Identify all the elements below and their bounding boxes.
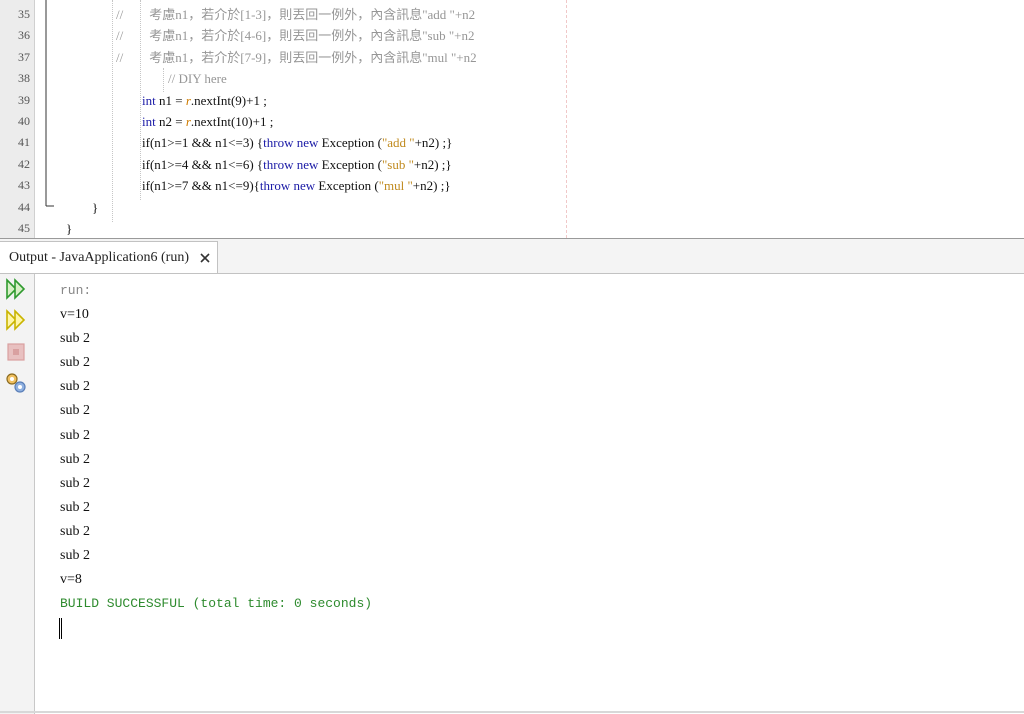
stop-icon[interactable] <box>4 340 28 364</box>
code-token: new <box>296 135 319 151</box>
code-token: } <box>66 221 73 236</box>
output-tab-bar: Output - JavaApplication6 (run) <box>0 239 1024 274</box>
code-token: int <box>142 92 156 108</box>
console-line: sub 2 <box>60 499 90 515</box>
code-token: .nextInt(9)+1 ; <box>190 92 267 108</box>
code-token: "add " <box>381 135 415 151</box>
code-token: // DIY here <box>168 71 227 87</box>
code-token: int <box>142 114 156 129</box>
code-token: if(n1>=1 && n1<=3) { <box>142 135 264 151</box>
code-line[interactable]: if(n1>=4 && n1<=6) {throw new Exception … <box>142 154 452 175</box>
code-token: if(n1>=7 && n1<=9){ <box>142 178 260 194</box>
right-margin-line <box>566 0 567 238</box>
rerun-icon[interactable] <box>4 277 28 301</box>
fold-margin <box>34 0 64 238</box>
code-token: "sub " <box>381 156 414 172</box>
console-line: sub 2 <box>60 523 90 539</box>
line-number: 44 <box>18 199 30 214</box>
code-token: n1 = <box>155 92 186 108</box>
console-line: sub 2 <box>60 379 90 395</box>
code-token: .nextInt(10)+1 ; <box>190 114 274 129</box>
code-line[interactable]: // 考慮n1，若介於[7-9]，則丟回一例外，內含訊息"mul "+n2 <box>116 47 477 68</box>
console-line: sub 2 <box>60 427 90 443</box>
console-line: sub 2 <box>60 403 90 419</box>
code-token: Exception ( <box>318 156 382 172</box>
code-token: 考慮n1，若介於[4-6]，則丟回一例外，內含訊息"sub "+n2 <box>123 28 475 44</box>
code-editor[interactable]: 35 36 37 38 39 40 41 42 43 44 45 // 考慮n1，若介於[1-3]，… <box>0 0 1024 238</box>
console-line: sub 2 <box>60 548 90 564</box>
code-line[interactable]: // 考慮n1，若介於[1-3]，則丟回一例外，內含訊息"add "+n2 <box>116 4 475 25</box>
close-icon[interactable] <box>198 251 212 265</box>
console-line: run: <box>60 283 92 298</box>
code-token: new <box>296 156 319 172</box>
output-tab[interactable]: Output - JavaApplication6 (run) <box>0 241 218 273</box>
code-line[interactable]: } <box>66 218 72 238</box>
output-tab-title: Output - JavaApplication6 (run) <box>9 250 190 265</box>
line-number: 45 <box>18 221 30 235</box>
indent-guide <box>112 0 113 222</box>
line-number: 41 <box>18 135 30 150</box>
code-token: new <box>293 178 316 194</box>
code-line[interactable]: // DIY here <box>168 68 227 89</box>
code-token: throw <box>259 178 291 194</box>
line-number: 37 <box>18 49 30 64</box>
code-token: Exception ( <box>318 135 382 151</box>
line-number: 40 <box>18 114 30 128</box>
output-window: Output - JavaApplication6 (run) run: v=1… <box>0 238 1024 714</box>
code-token: 考慮n1，若介於[1-3]，則丟回一例外，內含訊息"add "+n2 <box>123 7 476 22</box>
code-token: } <box>92 199 99 215</box>
fold-guide-icon <box>45 0 54 207</box>
settings-icon[interactable] <box>4 371 28 395</box>
code-token: "mul " <box>378 178 413 194</box>
code-line[interactable]: int n1 = r.nextInt(9)+1 ; <box>142 90 267 111</box>
console-line: v=10 <box>60 307 89 323</box>
line-number-gutter: 35 36 37 38 39 40 41 42 43 44 45 <box>0 0 35 238</box>
rerun-with-options-icon[interactable] <box>4 308 28 332</box>
code-token: throw <box>263 156 294 172</box>
line-number: 36 <box>18 28 30 43</box>
code-line[interactable]: if(n1>=1 && n1<=3) {throw new Exception … <box>142 132 452 153</box>
console-line: sub 2 <box>60 355 90 371</box>
code-token: n2 = <box>155 114 186 129</box>
code-token: 考慮n1，若介於[7-9]，則丟回一例外，內含訊息"mul "+n2 <box>123 49 477 65</box>
line-number: 42 <box>18 156 30 171</box>
console-line: BUILD SUCCESSFUL (total time: 0 seconds) <box>60 596 373 612</box>
code-line[interactable]: // 考慮n1，若介於[4-6]，則丟回一例外，內含訊息"sub "+n2 <box>116 25 474 46</box>
console-line: sub 2 <box>60 331 90 347</box>
code-token: Exception ( <box>315 178 379 194</box>
code-token: +n2) ;} <box>412 178 451 194</box>
indent-guide <box>163 68 164 92</box>
console-line: v=8 <box>60 572 82 588</box>
console-line: sub 2 <box>60 451 90 467</box>
line-number: 38 <box>18 71 30 86</box>
output-toolbar <box>0 274 35 714</box>
code-token: +n2) ;} <box>414 135 453 151</box>
code-line[interactable]: int n2 = r.nextInt(10)+1 ; <box>142 111 273 132</box>
code-line[interactable]: } <box>92 197 98 218</box>
line-number: 43 <box>18 178 30 193</box>
line-number: 39 <box>18 92 30 107</box>
text-caret <box>59 618 62 639</box>
code-token: +n2) ;} <box>413 156 452 172</box>
line-number: 35 <box>18 7 30 21</box>
code-token: if(n1>=4 && n1<=6) { <box>142 156 264 172</box>
console-line: sub 2 <box>60 475 90 491</box>
code-token: throw <box>263 135 294 151</box>
code-line[interactable]: if(n1>=7 && n1<=9){throw new Exception (… <box>142 175 451 196</box>
console-output[interactable]: run: v=10 sub 2 sub 2 sub 2 sub 2 sub 2 sub 2 su… <box>60 279 372 616</box>
